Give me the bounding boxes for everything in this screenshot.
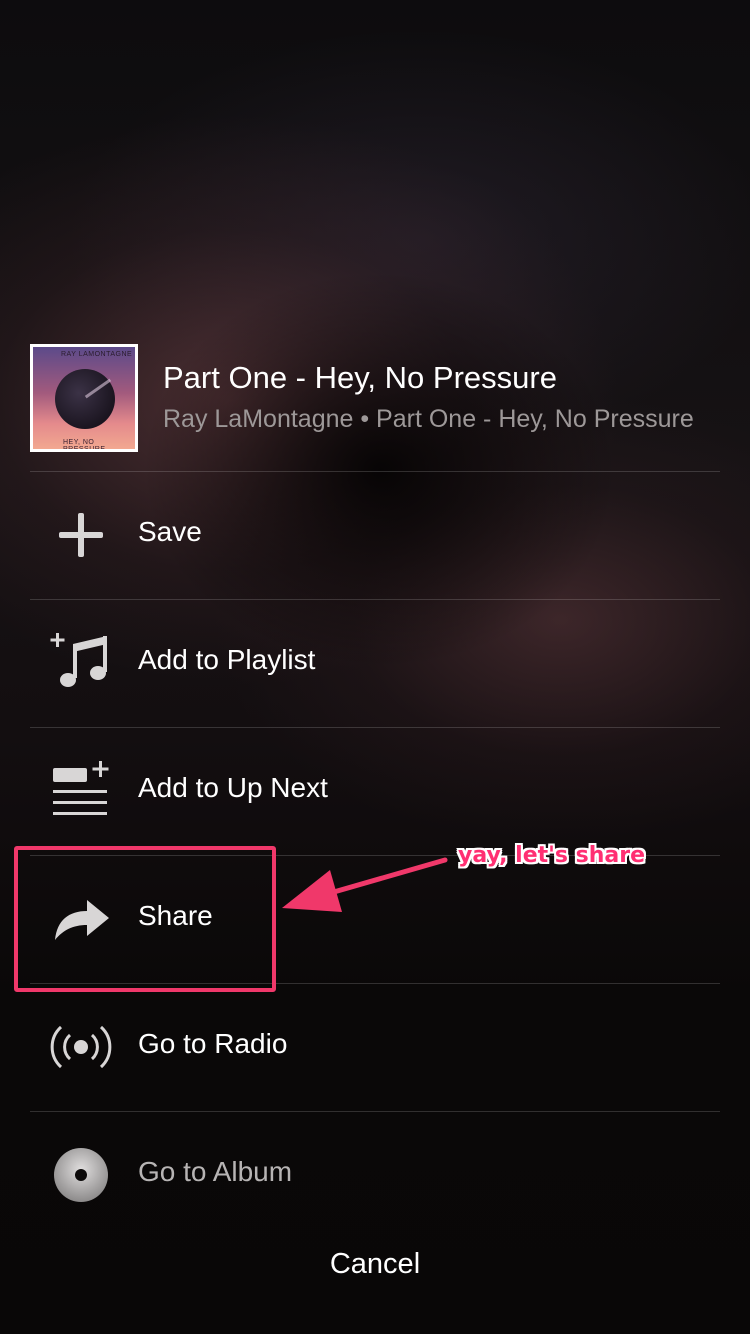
menu-item-add-to-playlist[interactable]: Add to Playlist (30, 600, 720, 727)
menu-item-go-to-album[interactable]: Go to Album (30, 1112, 720, 1239)
album-art-text-bottom: HEY, NO PRESSURE (63, 439, 106, 452)
menu-item-label: Save (138, 516, 202, 547)
annotation-highlight-box (14, 846, 276, 992)
menu-item-go-to-radio[interactable]: Go to Radio (30, 984, 720, 1111)
menu-item-add-to-up-next[interactable]: Add to Up Next (30, 728, 720, 855)
track-title: Part One - Hey, No Pressure (163, 360, 557, 395)
track-header: RAY LAMONTAGNE HEY, NO PRESSURE Part One… (30, 344, 720, 452)
menu-item-label: Add to Up Next (138, 772, 328, 803)
cancel-button[interactable]: Cancel (0, 1248, 750, 1281)
menu-item-label: Add to Playlist (138, 644, 316, 675)
plus-icon (48, 502, 114, 568)
album-disc-icon (48, 1142, 114, 1208)
music-note-plus-icon (48, 630, 114, 696)
radio-broadcast-icon (48, 1014, 114, 1080)
album-art: RAY LAMONTAGNE HEY, NO PRESSURE (30, 344, 138, 452)
annotation-arrow-icon (282, 857, 448, 912)
album-art-orb (55, 369, 115, 429)
menu-item-label: Go to Radio (138, 1028, 288, 1059)
menu-item-label: Go to Album (138, 1156, 293, 1187)
annotation-text: yay, let's share (458, 843, 645, 868)
album-art-text-top: RAY LAMONTAGNE (61, 351, 133, 358)
action-sheet-screen: RAY LAMONTAGNE HEY, NO PRESSURE Part One… (0, 0, 750, 1334)
menu-item-save[interactable]: Save (30, 472, 720, 599)
queue-add-icon (48, 758, 114, 824)
track-subtitle: Ray LaMontagne • Part One - Hey, No Pres… (163, 405, 694, 433)
